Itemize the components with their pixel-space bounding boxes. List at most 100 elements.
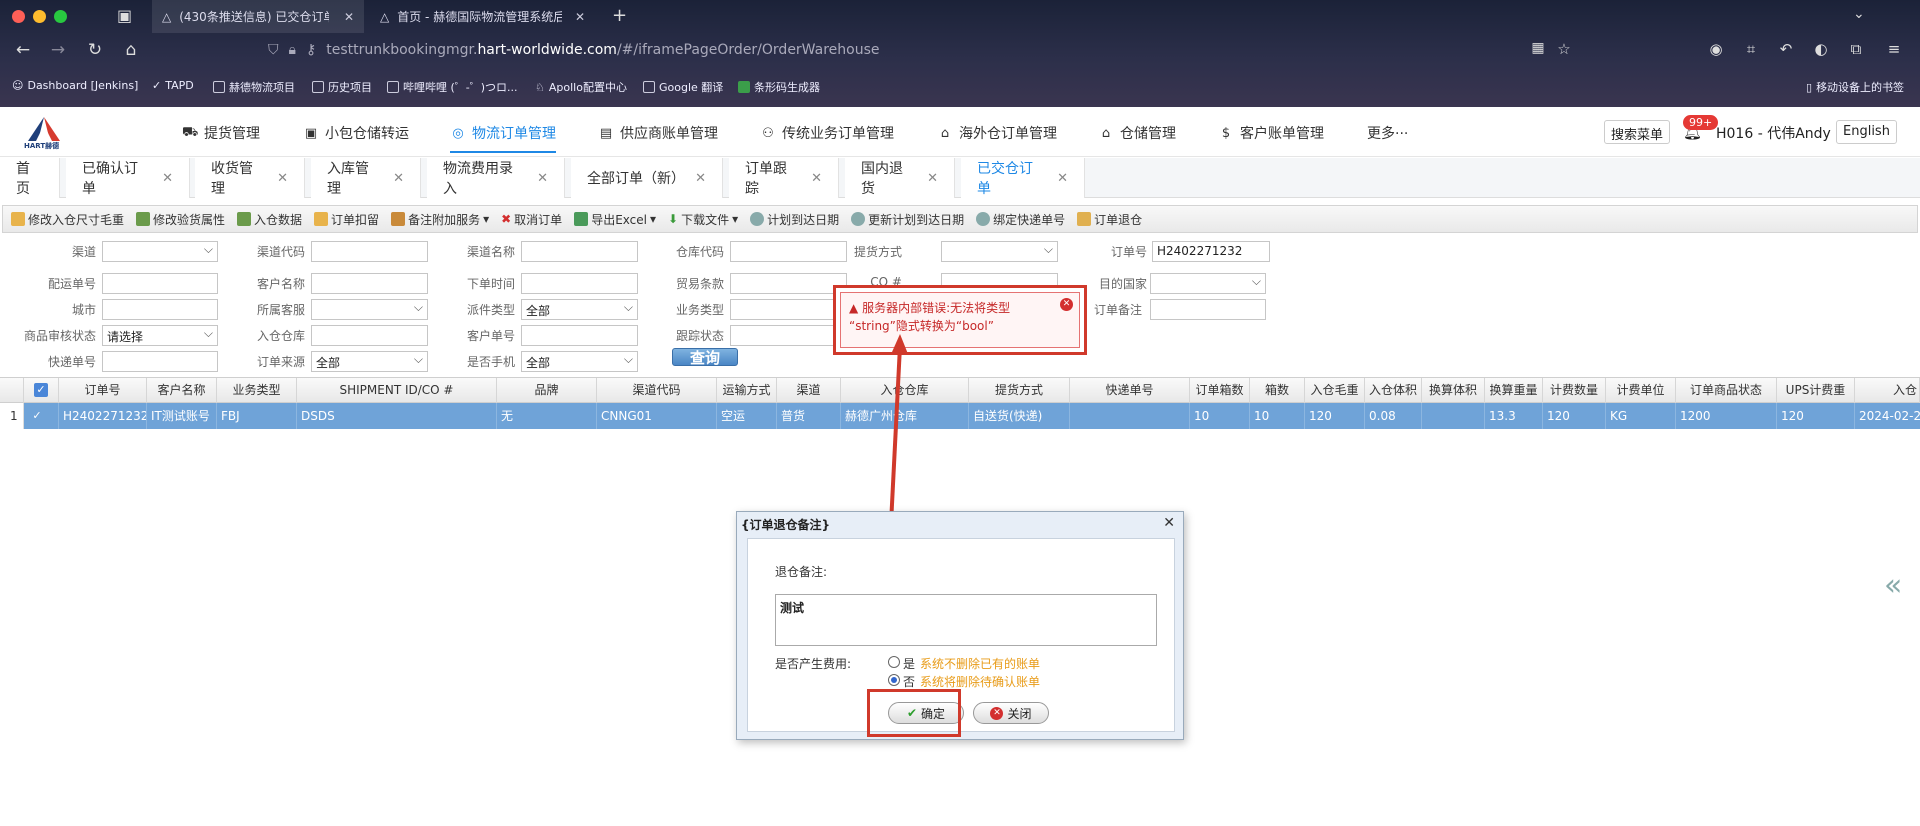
browser-tab-1[interactable]: △ 首页 - 赫德国际物流管理系统后台 ✕ — [370, 0, 595, 33]
language-button[interactable]: English — [1836, 120, 1897, 144]
close-icon[interactable]: ✕ — [695, 171, 706, 186]
bookmark-item[interactable]: 赫德物流项目 — [213, 79, 295, 95]
tab-home[interactable]: 首页 — [0, 158, 60, 198]
close-icon[interactable]: ✕ — [1057, 171, 1068, 186]
remark-service-button[interactable]: 备注附加服务 ▾ — [391, 211, 489, 228]
account-icon[interactable]: ◉ — [1705, 40, 1727, 58]
column-header[interactable]: 运输方式 — [717, 378, 777, 403]
inbound-warehouse-input[interactable] — [311, 325, 428, 346]
channel-name-input[interactable] — [521, 241, 638, 262]
business-type-input[interactable] — [730, 299, 847, 320]
column-header[interactable]: 计费数量 — [1543, 378, 1606, 403]
menu-icon[interactable]: ≡ — [1883, 40, 1905, 58]
collapse-panel-icon[interactable]: « — [1884, 568, 1902, 603]
dispatch-type-select[interactable]: 全部 — [521, 299, 638, 320]
fee-no-radio[interactable] — [888, 674, 900, 686]
query-button[interactable]: 查询 — [672, 348, 738, 367]
column-header[interactable]: 快递单号 — [1070, 378, 1190, 403]
is-mobile-select[interactable]: 全部 — [521, 351, 638, 372]
city-input[interactable] — [102, 299, 218, 320]
minimize-window-button[interactable] — [33, 10, 46, 23]
express-no-input[interactable] — [102, 351, 218, 372]
column-header[interactable]: 业务类型 — [217, 378, 297, 403]
column-header[interactable]: 订单号 — [59, 378, 147, 403]
tab-all-orders[interactable]: 全部订单（新） ✕ — [571, 158, 723, 198]
mobile-bookmarks[interactable]: ▯ 移动设备上的书签 — [1806, 79, 1904, 95]
dialog-close-icon[interactable]: ✕ — [1163, 515, 1175, 531]
bookmark-star-icon[interactable]: ☆ — [1553, 40, 1575, 58]
customer-name-input[interactable] — [311, 273, 428, 294]
channel-select[interactable] — [102, 241, 218, 262]
bookmark-item[interactable]: 条形码生成器 — [738, 79, 820, 95]
column-header[interactable]: 换算体积 — [1422, 378, 1485, 403]
qr-code-icon[interactable]: ▦ — [1527, 40, 1549, 56]
order-remark-input[interactable] — [1150, 299, 1266, 320]
customer-no-input[interactable] — [521, 325, 638, 346]
column-header[interactable]: 入仓 — [1855, 378, 1920, 403]
tab-domestic-return[interactable]: 国内退货 ✕ — [845, 158, 955, 198]
menu-customer-bill[interactable]: $ 客户账单管理 — [1218, 123, 1324, 143]
menu-logistics-order[interactable]: ◎ 物流订单管理 — [450, 123, 556, 153]
close-icon[interactable]: ✕ — [811, 171, 822, 186]
return-warehouse-button[interactable]: 订单退仓 — [1077, 211, 1142, 228]
column-header[interactable]: 计费单位 — [1606, 378, 1676, 403]
close-icon[interactable]: ✕ — [162, 171, 173, 186]
export-excel-button[interactable]: 导出Excel ▾ — [574, 211, 656, 228]
hart-logo[interactable]: HART赫德 — [22, 115, 66, 151]
bind-express-button[interactable]: 绑定快递单号 — [976, 211, 1065, 228]
order-no-input[interactable]: H2402271232 — [1152, 241, 1270, 262]
close-tab-icon[interactable]: ✕ — [344, 10, 354, 24]
menu-parcel[interactable]: ▣ 小包仓储转运 — [303, 123, 409, 143]
column-header[interactable]: 提货方式 — [969, 378, 1070, 403]
bookmark-item[interactable]: ☺ Dashboard [Jenkins] — [12, 79, 138, 92]
fee-yes-radio[interactable] — [888, 656, 900, 668]
menu-overseas-warehouse[interactable]: ⌂ 海外仓订单管理 — [937, 123, 1057, 143]
tab-delivered-orders[interactable]: 已交仓订单 ✕ — [961, 158, 1085, 198]
column-header[interactable]: 入仓体积 — [1365, 378, 1422, 403]
service-select[interactable] — [311, 299, 428, 320]
puzzle-icon[interactable]: ⧉ — [1845, 40, 1867, 58]
bookmark-item[interactable]: 历史项目 — [312, 79, 372, 95]
table-row[interactable]: 1 ✓ H2402271232 IT测试账号 FBJ DSDS 无 CNNG01… — [0, 403, 1920, 429]
bookmark-item[interactable]: 哔哩哔哩 (゜-゜)つロ... — [387, 79, 518, 95]
select-all-checkbox[interactable]: ✓ — [34, 383, 48, 397]
search-menu-button[interactable]: 搜索菜单 — [1604, 120, 1671, 144]
menu-pickup[interactable]: ⛟ 提货管理 — [182, 123, 260, 143]
menu-more[interactable]: 更多··· — [1367, 123, 1408, 143]
new-tab-icon[interactable]: + — [612, 5, 627, 26]
tab-order-tracking[interactable]: 订单跟踪 ✕ — [729, 158, 839, 198]
column-header[interactable]: UPS计费重 — [1777, 378, 1855, 403]
tracking-status-input[interactable] — [730, 325, 847, 346]
channel-code-input[interactable] — [311, 241, 428, 262]
crop-icon[interactable]: ⌗ — [1740, 40, 1762, 58]
tab-overview-icon[interactable]: ▣ — [117, 6, 132, 25]
inbound-data-button[interactable]: 入仓数据 — [237, 211, 302, 228]
pickup-method-select[interactable] — [941, 241, 1058, 262]
edit-size-weight-button[interactable]: 修改入仓尺寸毛重 — [11, 211, 124, 228]
column-header[interactable]: 订单箱数 — [1190, 378, 1250, 403]
menu-traditional-order[interactable]: ⚇ 传统业务订单管理 — [760, 123, 894, 143]
remark-textarea[interactable]: 测试 — [775, 594, 1157, 646]
close-tab-icon[interactable]: ✕ — [575, 10, 585, 24]
tab-inbound[interactable]: 入库管理 ✕ — [311, 158, 421, 198]
close-button[interactable]: ✕ 关闭 — [973, 702, 1049, 724]
bookmark-item[interactable]: ♘ Apollo配置中心 — [535, 79, 627, 95]
update-arrival-button[interactable]: 更新计划到达日期 — [851, 211, 964, 228]
plan-arrival-button[interactable]: 计划到达日期 — [750, 211, 839, 228]
column-header[interactable]: 渠道代码 — [597, 378, 717, 403]
cancel-order-button[interactable]: ✖ 取消订单 — [501, 211, 562, 228]
address-bar[interactable]: ⛉ 🔒︎ ⚷ testtrunkbookingmgr. hart-worldwid… — [268, 37, 1568, 63]
download-file-button[interactable]: ⬇ 下载文件 ▾ — [668, 211, 738, 228]
dest-country-select[interactable] — [1150, 273, 1266, 294]
home-icon[interactable]: ⌂ — [120, 40, 142, 60]
undo-icon[interactable]: ↶ — [1775, 40, 1797, 58]
column-header[interactable]: 换算重量 — [1485, 378, 1543, 403]
tab-confirmed-orders[interactable]: 已确认订单 ✕ — [66, 158, 190, 198]
review-status-select[interactable]: 请选择 — [102, 325, 218, 346]
bookmark-item[interactable]: Google 翻译 — [643, 79, 723, 95]
delivery-no-input[interactable] — [102, 273, 218, 294]
bookmark-item[interactable]: ✓ TAPD — [152, 79, 194, 92]
column-header[interactable]: 入仓毛重 — [1305, 378, 1365, 403]
close-window-button[interactable] — [12, 10, 25, 23]
hold-order-button[interactable]: 订单扣留 — [314, 211, 379, 228]
